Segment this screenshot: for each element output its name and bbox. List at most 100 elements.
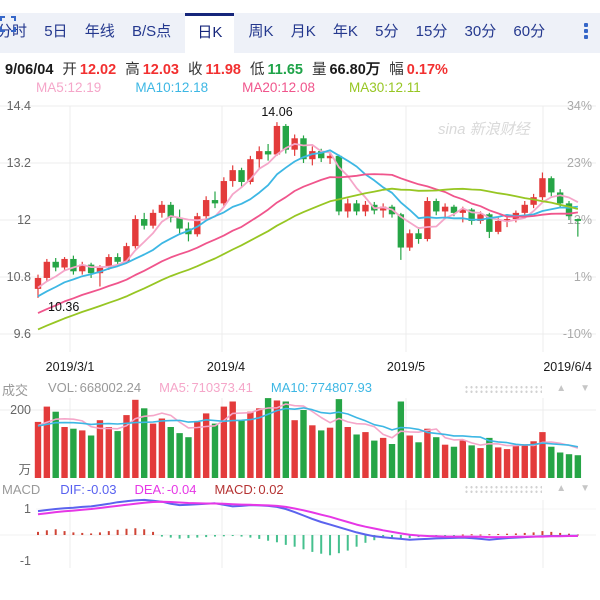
price-axis-label: 9.6 bbox=[14, 327, 31, 341]
expand-up-icon[interactable]: ▲ bbox=[556, 384, 566, 394]
macd-hist-bar bbox=[356, 535, 358, 547]
legend-item: 收11.98 bbox=[188, 62, 241, 78]
legend-item: MA10:12.18 bbox=[135, 80, 208, 95]
macd-hist-bar bbox=[471, 534, 473, 535]
macd-hist-bar bbox=[347, 535, 349, 551]
volume-bar bbox=[451, 447, 457, 478]
macd-hist-bar bbox=[46, 530, 48, 535]
legend-item: MACD:0.02 bbox=[214, 482, 283, 497]
date-label: 2019/6/4 bbox=[543, 360, 592, 374]
volume-bar bbox=[566, 454, 572, 478]
macd-hist-bar bbox=[108, 531, 110, 535]
volume-bar bbox=[477, 448, 483, 478]
candle-body bbox=[114, 257, 120, 262]
candle-body bbox=[221, 181, 227, 203]
volume-bar bbox=[530, 441, 536, 478]
price-axis-label: 13.2 bbox=[7, 156, 31, 170]
main-grid bbox=[0, 106, 596, 352]
volume-bar bbox=[575, 455, 581, 478]
macd-hist-bar bbox=[134, 528, 136, 535]
macd-chart[interactable]: 1-1 bbox=[0, 498, 600, 578]
macd-hist-bar bbox=[187, 535, 189, 538]
volume-bar bbox=[442, 445, 448, 478]
price-axis-label: 10.8 bbox=[7, 270, 31, 284]
candle-body bbox=[44, 262, 50, 278]
candle-body bbox=[238, 170, 244, 182]
tab-active-4[interactable]: 日K bbox=[185, 13, 234, 58]
high-annotation: 14.06 bbox=[261, 105, 292, 119]
tab-3[interactable]: B/S点 bbox=[129, 13, 174, 51]
volume-bar bbox=[371, 441, 377, 478]
legend-item: 9/06/04 bbox=[2, 62, 53, 78]
macd-hist-bar bbox=[338, 535, 340, 553]
macd-hist-bar bbox=[99, 532, 101, 535]
macd-axis-top: 1 bbox=[24, 502, 31, 516]
volume-bar bbox=[168, 427, 174, 478]
tab-5[interactable]: 周K bbox=[246, 13, 277, 51]
date-label: 2019/3/1 bbox=[46, 360, 95, 374]
volume-bar bbox=[88, 436, 94, 479]
main-kline-chart[interactable]: 34%23%12%1%-10%14.413.21210.89.6sina 新浪财… bbox=[0, 100, 600, 358]
macd-hist-bar bbox=[196, 535, 198, 538]
macd-hist-bar bbox=[497, 534, 499, 535]
macd-hist-bar bbox=[241, 535, 243, 537]
volume-bar bbox=[194, 422, 200, 478]
macd-hist-bar bbox=[126, 529, 128, 535]
tab-10[interactable]: 30分 bbox=[462, 13, 500, 51]
volume-bar bbox=[53, 412, 59, 478]
volume-bar bbox=[247, 412, 253, 478]
volume-resize-handle[interactable]: ▲ ▼ bbox=[464, 384, 590, 394]
drag-dots-icon[interactable] bbox=[464, 485, 542, 494]
legend-item: 低11.65 bbox=[250, 62, 303, 78]
legend-item: MA5:12.19 bbox=[36, 80, 101, 95]
candle-body bbox=[274, 126, 280, 155]
drag-dots-icon[interactable] bbox=[464, 385, 542, 394]
candle-body bbox=[539, 178, 545, 197]
legend-item: MA10:774807.93 bbox=[271, 380, 372, 399]
legend-item: DEA:-0.04 bbox=[134, 482, 196, 497]
tab-7[interactable]: 年K bbox=[330, 13, 361, 51]
macd-hist-bar bbox=[117, 530, 119, 535]
legend-item: 开12.02 bbox=[62, 62, 116, 78]
tab-8[interactable]: 5分 bbox=[372, 13, 401, 51]
macd-resize-handle[interactable]: ▲ ▼ bbox=[464, 484, 590, 494]
tab-9[interactable]: 15分 bbox=[413, 13, 451, 51]
quote-header: 9/06/04开12.02高12.03收11.98低11.65量66.80万幅0… bbox=[2, 58, 598, 78]
volume-bar bbox=[132, 400, 138, 478]
volume-bar bbox=[203, 413, 209, 478]
tab-6[interactable]: 月K bbox=[288, 13, 319, 51]
volume-legend: 成交VOL:668002.24MA5:710373.41MA10:774807.… bbox=[2, 380, 390, 399]
expand-up-icon[interactable]: ▲ bbox=[556, 484, 566, 494]
legend-item: MACD bbox=[2, 482, 42, 497]
macd-hist-bar bbox=[276, 535, 278, 542]
volume-bar bbox=[424, 429, 430, 478]
candle-body bbox=[575, 219, 581, 221]
macd-hist-bar bbox=[214, 535, 216, 537]
volume-bar bbox=[415, 442, 421, 478]
volume-bar bbox=[468, 445, 474, 478]
legend-item: DIF:-0.03 bbox=[60, 482, 116, 497]
macd-hist-bar bbox=[161, 535, 163, 537]
period-tabbar: 分时5日年线B/S点日K周K月K年K5分15分30分60分 bbox=[0, 13, 600, 53]
macd-hist-bar bbox=[205, 535, 207, 537]
kebab-menu-icon[interactable] bbox=[578, 13, 594, 49]
candle-body bbox=[353, 203, 359, 211]
volume-chart[interactable]: 200万 bbox=[0, 398, 600, 480]
fullscreen-icon[interactable] bbox=[559, 13, 567, 35]
volume-header: 成交VOL:668002.24MA5:710373.41MA10:774807.… bbox=[2, 381, 598, 397]
volume-bar bbox=[353, 434, 359, 478]
legend-item: VOL:668002.24 bbox=[48, 380, 141, 399]
tab-2[interactable]: 年线 bbox=[82, 13, 118, 51]
volume-bar bbox=[44, 407, 50, 478]
stock-chart-page: { "tabbar": { "tabs": ["分时","5日","年线","B… bbox=[0, 0, 600, 600]
candle-body bbox=[548, 178, 554, 192]
macd-hist-bar bbox=[524, 533, 526, 535]
tab-1[interactable]: 5日 bbox=[41, 13, 70, 51]
tab-11[interactable]: 60分 bbox=[510, 13, 548, 51]
volume-bar bbox=[61, 427, 67, 478]
collapse-down-icon[interactable]: ▼ bbox=[580, 384, 590, 394]
volume-bar bbox=[176, 433, 182, 478]
collapse-down-icon[interactable]: ▼ bbox=[580, 484, 590, 494]
macd-hist-bar bbox=[294, 535, 296, 547]
volume-bar bbox=[398, 402, 404, 479]
